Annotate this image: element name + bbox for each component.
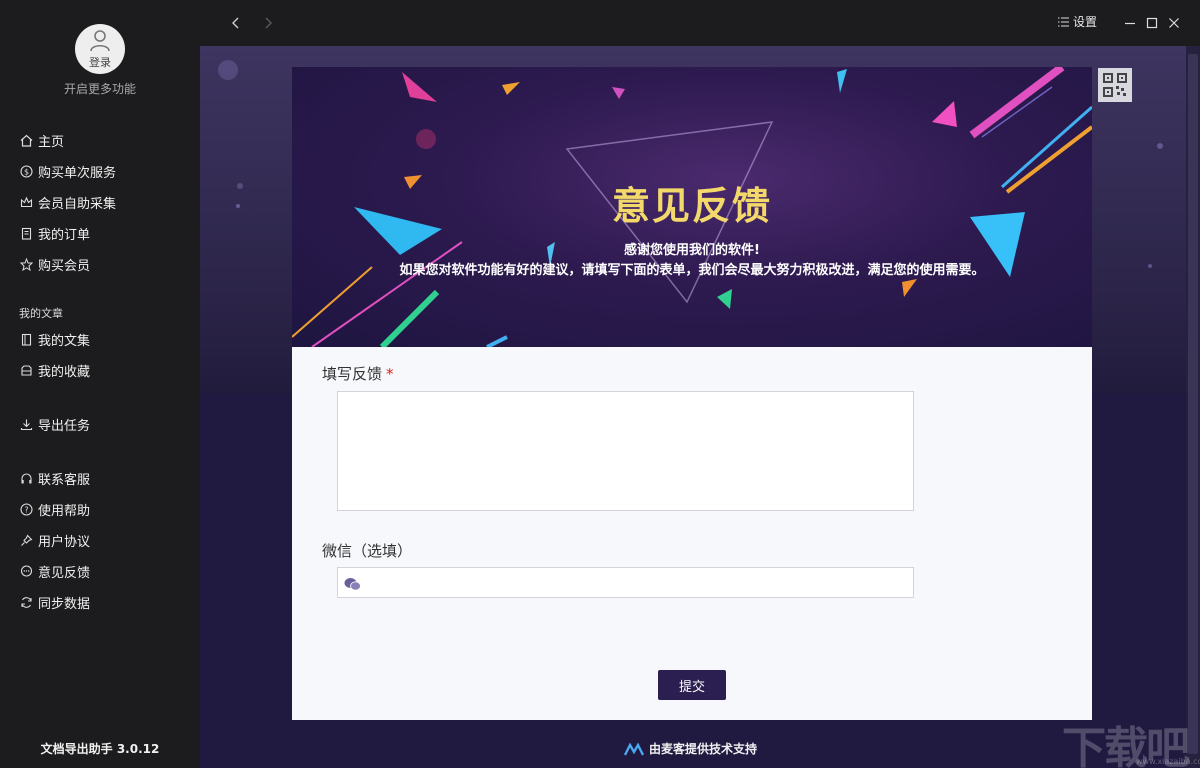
scrollbar-thumb[interactable] xyxy=(1188,54,1198,754)
sidebar-item-buy-single[interactable]: $ 购买单次服务 xyxy=(19,160,116,182)
powered-by-text: 由麦客提供技术支持 xyxy=(649,742,758,756)
sidebar-item-user-agreement[interactable]: 用户协议 xyxy=(19,529,90,551)
wechat-input[interactable] xyxy=(366,568,911,597)
book-icon xyxy=(19,332,33,346)
maike-logo-icon xyxy=(624,741,644,756)
close-icon xyxy=(1169,18,1179,28)
wechat-icon xyxy=(344,576,361,595)
powered-by: 由麦客提供技术支持 xyxy=(624,740,757,757)
user-icon xyxy=(90,30,110,52)
order-icon xyxy=(19,226,33,240)
minimize-icon xyxy=(1125,22,1135,25)
qr-code-icon xyxy=(1103,73,1127,97)
close-button[interactable] xyxy=(1166,12,1182,34)
sidebar-item-label: 我的文集 xyxy=(38,333,91,349)
sidebar-item-label: 购买单次服务 xyxy=(38,165,117,181)
sidebar-item-label: 导出任务 xyxy=(38,418,91,434)
scrollbar[interactable] xyxy=(1186,46,1200,768)
sidebar-item-label: 我的收藏 xyxy=(38,364,91,380)
sidebar-item-sync[interactable]: 同步数据 xyxy=(19,591,90,613)
feedback-textarea[interactable] xyxy=(337,391,914,511)
sidebar-item-member-collect[interactable]: 会员自助采集 xyxy=(19,191,116,213)
svg-text:?: ? xyxy=(24,505,28,514)
home-icon xyxy=(19,133,33,147)
submit-button[interactable]: 提交 xyxy=(658,670,726,700)
pin-icon xyxy=(19,533,33,547)
wechat-field-label: 微信（选填） xyxy=(322,542,413,560)
svg-text:$: $ xyxy=(23,167,28,176)
sidebar-item-buy-vip[interactable]: 购买会员 xyxy=(19,253,90,275)
feedback-field-label: 填写反馈 * xyxy=(322,363,394,384)
bookmark-icon xyxy=(19,363,33,377)
chevron-left-icon xyxy=(232,17,239,29)
sidebar-item-orders[interactable]: 我的订单 xyxy=(19,222,90,244)
headset-icon xyxy=(19,471,33,485)
sidebar-item-help[interactable]: ? 使用帮助 xyxy=(19,498,90,520)
required-mark: * xyxy=(386,365,394,383)
watermark-url: www.xiazaiba.com xyxy=(1136,757,1200,766)
back-button[interactable] xyxy=(228,12,244,34)
sidebar-item-label: 同步数据 xyxy=(38,596,91,612)
app-version: 文档导出助手 3.0.12 xyxy=(40,742,160,756)
vip-icon xyxy=(19,257,33,271)
section-my-articles: 我的文章 xyxy=(19,307,63,320)
sidebar-item-label: 用户协议 xyxy=(38,534,91,550)
sidebar-item-label: 主页 xyxy=(38,134,65,150)
list-icon xyxy=(1058,16,1069,27)
title-bar: 设置 xyxy=(200,0,1200,46)
more-features-text[interactable]: 开启更多功能 xyxy=(0,80,200,97)
sidebar-item-label: 我的订单 xyxy=(38,227,91,243)
question-icon: ? xyxy=(19,502,33,516)
page-title: 意见反馈 xyxy=(611,184,772,228)
main-content: 意见反馈 感谢您使用我们的软件! 如果您对软件功能有好的建议，请填写下面的表单，… xyxy=(200,46,1200,768)
sidebar-item-feedback[interactable]: 意见反馈 xyxy=(19,560,90,582)
sidebar-item-label: 意见反馈 xyxy=(38,565,91,581)
sidebar-item-favorites[interactable]: 我的收藏 xyxy=(19,359,90,381)
login-avatar[interactable]: 登录 xyxy=(75,24,125,74)
dollar-icon: $ xyxy=(19,164,33,178)
sidebar-item-contact-support[interactable]: 联系客服 xyxy=(19,467,90,489)
chat-icon xyxy=(19,564,33,578)
download-icon xyxy=(19,417,33,431)
banner-description: 如果您对软件功能有好的建议，请填写下面的表单，我们会尽最大努力积极改进，满足您的… xyxy=(399,263,985,278)
sidebar-item-label: 使用帮助 xyxy=(38,503,91,519)
maximize-button[interactable] xyxy=(1144,12,1160,34)
chevron-right-icon xyxy=(265,17,272,29)
settings-label: 设置 xyxy=(1073,15,1098,29)
sidebar-item-label: 购买会员 xyxy=(38,258,91,274)
sync-icon xyxy=(19,595,33,609)
sidebar-item-collections[interactable]: 我的文集 xyxy=(19,328,90,350)
sidebar-item-label: 会员自助采集 xyxy=(38,196,117,212)
feedback-card: 意见反馈 感谢您使用我们的软件! 如果您对软件功能有好的建议，请填写下面的表单，… xyxy=(292,67,1092,720)
login-label: 登录 xyxy=(89,56,111,69)
banner-subtitle: 感谢您使用我们的软件! xyxy=(624,243,760,258)
sidebar-item-home[interactable]: 主页 xyxy=(19,129,64,151)
crown-icon xyxy=(19,195,33,209)
wechat-field[interactable] xyxy=(337,567,914,598)
sidebar: 登录 开启更多功能 主页 $ 购买单次服务 会员自助采集 我的订单 购买会员 我… xyxy=(0,0,200,768)
qr-code-button[interactable] xyxy=(1098,68,1132,102)
sidebar-item-label: 联系客服 xyxy=(38,472,91,488)
minimize-button[interactable] xyxy=(1122,12,1138,34)
feedback-banner: 意见反馈 感谢您使用我们的软件! 如果您对软件功能有好的建议，请填写下面的表单，… xyxy=(292,67,1092,347)
sidebar-item-export-tasks[interactable]: 导出任务 xyxy=(19,413,90,435)
feedback-label-text: 填写反馈 xyxy=(322,365,383,383)
maximize-icon xyxy=(1146,17,1158,29)
forward-button[interactable] xyxy=(260,12,276,34)
settings-button[interactable]: 设置 xyxy=(1058,13,1097,30)
